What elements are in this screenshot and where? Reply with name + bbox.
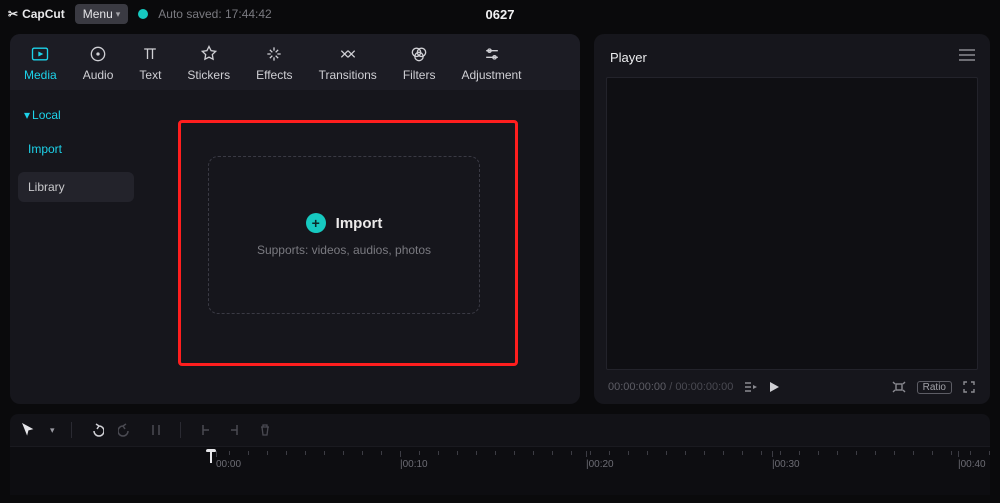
media-content-area: + Import Supports: videos, audios, photo…: [142, 90, 580, 404]
app-name: CapCut: [22, 7, 65, 21]
menu-button[interactable]: Menu ▾: [75, 4, 129, 24]
sidebar-section-label: Local: [32, 108, 61, 122]
tab-audio[interactable]: Audio: [75, 40, 122, 90]
import-label: Import: [336, 215, 383, 232]
tab-label: Media: [24, 68, 57, 82]
ratio-button[interactable]: Ratio: [917, 381, 952, 394]
tab-transitions[interactable]: Transitions: [311, 40, 385, 90]
sidebar-item-import[interactable]: Import: [18, 134, 134, 164]
player-title: Player: [610, 50, 647, 65]
media-panel: Media Audio Text Stickers: [10, 34, 580, 404]
sidebar-item-label: Library: [28, 180, 65, 194]
import-dropzone[interactable]: + Import Supports: videos, audios, photo…: [208, 156, 480, 314]
trim-left-button[interactable]: [197, 422, 213, 438]
snapshot-icon[interactable]: [891, 380, 907, 394]
tab-text[interactable]: Text: [131, 40, 169, 90]
logo-mark-icon: ✂: [8, 7, 18, 21]
ratio-label: Ratio: [923, 382, 946, 393]
ruler-minor-ticks: [210, 451, 990, 455]
split-button[interactable]: [148, 422, 164, 438]
app-logo: ✂ CapCut: [8, 7, 65, 21]
plus-icon: +: [306, 213, 326, 233]
ruler-tick: |00:20: [586, 459, 614, 470]
tab-stickers[interactable]: Stickers: [179, 40, 238, 90]
player-panel: Player 00:00:00:00 / 00:00:00:00: [594, 34, 990, 404]
undo-button[interactable]: [88, 422, 104, 438]
pointer-tool-dropdown[interactable]: ▾: [50, 425, 55, 436]
tab-label: Effects: [256, 68, 292, 82]
text-icon: [140, 44, 160, 64]
tab-label: Adjustment: [461, 68, 521, 82]
ruler-tick: |00:30: [772, 459, 800, 470]
media-sidebar: ▾ Local Import Library: [10, 90, 142, 404]
player-controls: 00:00:00:00 / 00:00:00:00 Ratio: [594, 376, 990, 404]
timeline: ▾ 00:00 |00:10 |00:20 |00:30 |00:40: [10, 414, 990, 495]
tab-effects[interactable]: Effects: [248, 40, 300, 90]
effects-icon: [264, 44, 284, 64]
tab-label: Stickers: [187, 68, 230, 82]
sidebar-item-library[interactable]: Library: [18, 172, 134, 202]
playlist-icon[interactable]: [743, 380, 757, 394]
pointer-tool[interactable]: [20, 422, 36, 438]
chevron-down-icon: ▾: [116, 9, 121, 20]
player-canvas[interactable]: [606, 77, 978, 370]
tab-media[interactable]: Media: [16, 40, 65, 90]
tab-label: Text: [139, 68, 161, 82]
main-row: Media Audio Text Stickers: [0, 28, 1000, 404]
player-header: Player: [594, 34, 990, 71]
trim-right-button[interactable]: [227, 422, 243, 438]
menu-button-label: Menu: [83, 7, 113, 21]
timeline-ruler[interactable]: 00:00 |00:10 |00:20 |00:30 |00:40: [10, 446, 990, 495]
tab-filters[interactable]: Filters: [395, 40, 444, 90]
tab-label: Transitions: [319, 68, 377, 82]
autosave-indicator-icon: [138, 9, 148, 19]
ruler-tick: |00:10: [400, 459, 428, 470]
ruler-tick: |00:40: [958, 459, 986, 470]
chevron-down-icon: ▾: [24, 108, 30, 122]
tab-strip: Media Audio Text Stickers: [10, 34, 580, 90]
player-menu-button[interactable]: [958, 48, 976, 67]
audio-icon: [88, 44, 108, 64]
sidebar-section-local[interactable]: ▾ Local: [18, 104, 134, 126]
sidebar-item-label: Import: [28, 142, 62, 156]
adjustment-icon: [482, 44, 502, 64]
player-timecode: 00:00:00:00 / 00:00:00:00: [608, 381, 733, 393]
import-row: + Import: [306, 213, 383, 233]
fullscreen-icon[interactable]: [962, 380, 976, 394]
delete-button[interactable]: [257, 422, 273, 438]
tab-label: Audio: [83, 68, 114, 82]
transitions-icon: [338, 44, 358, 64]
autosave-text: Auto saved: 17:44:42: [158, 7, 271, 21]
tab-label: Filters: [403, 68, 436, 82]
media-panel-body: ▾ Local Import Library + Import Supp: [10, 90, 580, 404]
filters-icon: [409, 44, 429, 64]
import-subtext: Supports: videos, audios, photos: [257, 243, 431, 257]
tab-adjustment[interactable]: Adjustment: [453, 40, 529, 90]
player-duration: 00:00:00:00: [675, 381, 733, 393]
ruler-tick: 00:00: [216, 459, 241, 470]
timeline-toolbar: ▾: [10, 414, 990, 446]
project-title: 0627: [486, 7, 515, 22]
stickers-icon: [199, 44, 219, 64]
play-button[interactable]: [767, 380, 781, 394]
media-icon: [30, 44, 50, 64]
redo-button[interactable]: [118, 422, 134, 438]
titlebar: ✂ CapCut Menu ▾ Auto saved: 17:44:42 062…: [0, 0, 1000, 28]
player-current-time: 00:00:00:00: [608, 381, 666, 393]
